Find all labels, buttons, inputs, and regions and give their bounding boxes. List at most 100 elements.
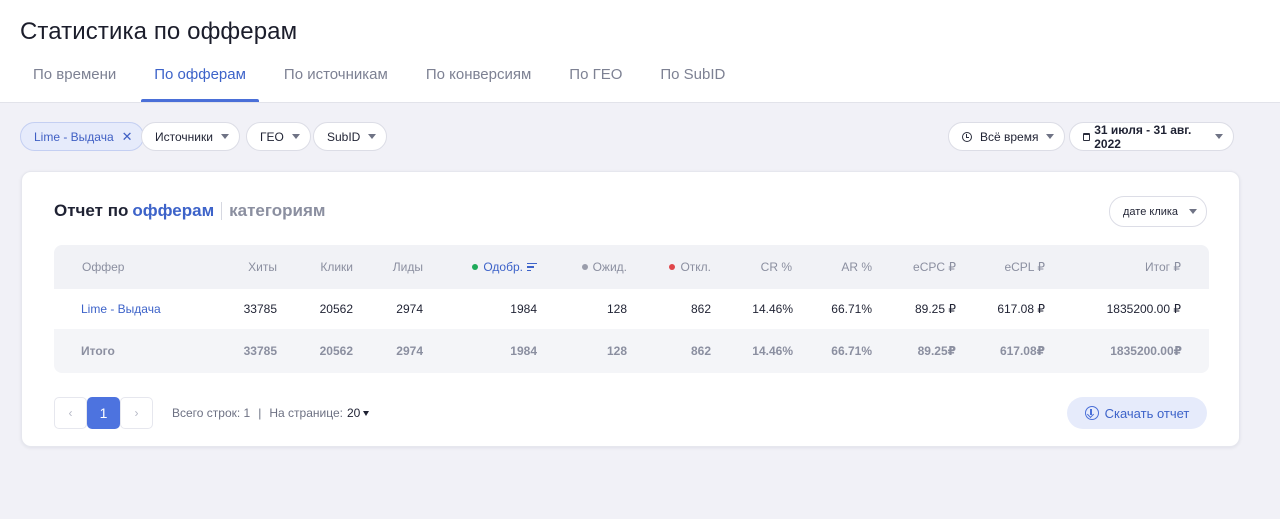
pending-status-dot [581,264,588,270]
caret-down-icon[interactable] [363,410,370,416]
pagination-separator: | [258,406,262,420]
ecpc-cell: 89.25 ₽ [915,302,956,316]
col-total-header[interactable]: Итог ₽ [1145,245,1181,289]
pagination: ‹ 1 › Всего строк: 1 | На странице: 20 [54,397,370,429]
date-range-picker[interactable]: 31 июля - 31 авг. 2022 [1069,122,1234,151]
tab-by-conversions[interactable]: По конверсиям [413,58,544,102]
leads-cell: 2974 [396,302,423,316]
subid-dropdown-label: SubID [327,129,361,144]
offer-link[interactable]: Lime - Выдача [81,289,161,329]
tab-by-subid[interactable]: По SubID [647,58,738,102]
per-page-label: На странице: [269,406,343,420]
sources-dropdown[interactable]: Источники [141,122,240,151]
rejected-status-dot [669,264,676,270]
report-mode-categories[interactable]: категориям [229,201,325,221]
pending-total: 128 [606,344,627,358]
prev-page-button[interactable]: ‹ [54,397,87,429]
tab-by-offers[interactable]: По офферам [141,58,259,102]
next-page-button[interactable]: › [120,397,153,429]
col-pending-header[interactable]: Ожид. [581,245,627,289]
chevron-down-icon [1215,134,1223,139]
col-approved-label: Одобр. [483,260,523,274]
chevron-down-icon [291,134,300,139]
total-cell: 1835200.00 ₽ [1106,302,1181,316]
clicks-cell: 20562 [319,302,353,316]
download-label: Скачать отчет [1104,405,1190,421]
divider [221,202,223,220]
report-heading-prefix: Отчет по [54,201,129,220]
top-header: Статистика по офферам По времени По оффе… [0,0,1280,103]
col-cr-header[interactable]: CR % [761,245,792,289]
offer-filter-chip[interactable]: Lime - Выдача ✕ [20,122,144,151]
totals-label: Итого [81,344,115,358]
leads-total: 2974 [396,344,423,358]
col-pending-label: Ожид. [592,260,627,274]
col-offer-header[interactable]: Оффер [82,245,124,289]
per-page-select[interactable]: 20 [347,406,360,420]
col-ecpc-header[interactable]: eCPC ₽ [913,245,956,289]
clicks-total: 20562 [319,344,353,358]
sort-icon[interactable] [527,262,537,272]
chevron-down-icon [1046,134,1055,139]
date-type-label: дате клика [1123,205,1179,218]
ar-cell: 66.71% [831,302,872,316]
rejected-cell: 862 [690,302,711,316]
table-row: Lime - Выдача 33785 20562 2974 1984 128 … [54,289,1209,329]
close-icon[interactable]: ✕ [122,130,133,143]
cr-cell: 14.46% [752,302,793,316]
total-rows-label: Всего строк: 1 [172,406,251,420]
table-totals-row: Итого 33785 20562 2974 1984 128 862 14.4… [54,329,1209,373]
table-header-row: Оффер Хиты Клики Лиды Одобр. Ожид. Откл.… [54,245,1209,289]
page-title: Статистика по офферам [20,18,298,45]
chevron-down-icon [220,134,229,139]
geo-dropdown[interactable]: ГЕО [246,122,311,151]
col-hits-header[interactable]: Хиты [248,245,277,289]
tab-by-time[interactable]: По времени [20,58,129,102]
report-card: Отчет по офферам категориям дате клика О… [21,171,1240,447]
chevron-right-icon: › [134,406,139,420]
grand-total: 1835200.00₽ [1110,344,1182,358]
hits-cell: 33785 [243,302,277,316]
sources-dropdown-label: Источники [155,129,213,144]
chevron-down-icon [1189,209,1197,214]
report-heading: Отчет по офферам категориям [54,201,325,221]
subid-dropdown[interactable]: SubID [313,122,388,151]
ecpc-total: 89.25₽ [917,344,956,358]
chevron-down-icon [368,134,377,139]
rejected-total: 862 [690,344,711,358]
col-leads-header[interactable]: Лиды [393,245,423,289]
time-range-label: Всё время [980,129,1039,144]
approved-status-dot [472,264,479,270]
download-report-button[interactable]: Скачать отчет [1067,397,1207,429]
date-range-label: 31 июля - 31 авг. 2022 [1094,122,1192,151]
tab-bar: По времени По офферам По источникам По к… [20,58,750,102]
pending-cell: 128 [606,302,627,316]
tab-by-sources[interactable]: По источникам [271,58,401,102]
col-clicks-header[interactable]: Клики [320,245,353,289]
col-approved-header[interactable]: Одобр. [472,245,537,289]
geo-dropdown-label: ГЕО [260,129,284,144]
col-rejected-header[interactable]: Откл. [669,245,711,289]
ecpl-total: 617.08₽ [999,344,1045,358]
tab-by-geo[interactable]: По ГЕО [556,58,635,102]
chevron-left-icon: ‹ [68,406,73,420]
pagination-info: Всего строк: 1 | На странице: 20 [172,406,370,420]
col-ecpl-header[interactable]: eCPL ₽ [1004,245,1045,289]
approved-cell: 1984 [510,302,537,316]
cr-total: 14.46% [752,344,793,358]
ecpl-cell: 617.08 ₽ [997,302,1045,316]
download-icon [1084,406,1099,420]
date-type-dropdown[interactable]: дате клика [1109,196,1207,227]
ar-total: 66.71% [831,344,872,358]
calendar-icon [1083,132,1091,141]
col-ar-header[interactable]: AR % [841,245,872,289]
offer-filter-chip-label: Lime - Выдача [34,129,114,144]
stats-table: Оффер Хиты Клики Лиды Одобр. Ожид. Откл.… [54,245,1209,373]
page-button[interactable]: 1 [87,397,120,429]
approved-total: 1984 [510,344,537,358]
filter-bar: Lime - Выдача ✕ Источники ГЕО SubID Всё … [20,122,1234,151]
clock-icon [962,131,972,142]
time-range-dropdown[interactable]: Всё время [948,122,1066,151]
report-mode-offers[interactable]: офферам [132,201,214,221]
hits-total: 33785 [243,344,277,358]
